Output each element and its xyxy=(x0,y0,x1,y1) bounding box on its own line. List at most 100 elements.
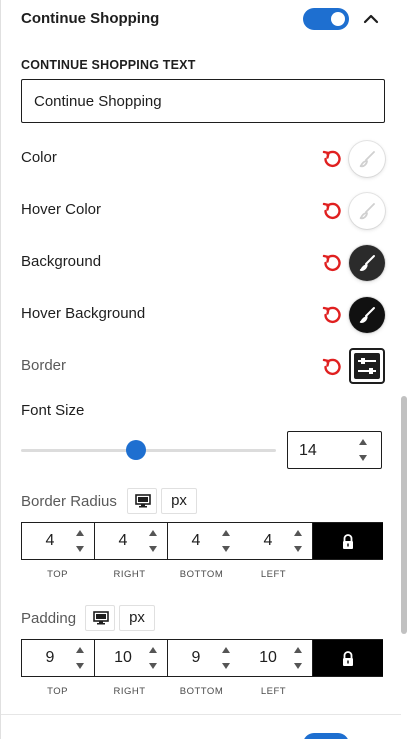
decrement-arrow-icon[interactable] xyxy=(149,663,157,669)
brush-icon xyxy=(359,307,375,323)
decrement-arrow-icon[interactable] xyxy=(222,663,230,669)
reset-icon[interactable] xyxy=(321,356,343,378)
padding-link-button[interactable] xyxy=(313,640,383,676)
lock-icon xyxy=(343,651,353,666)
spinner[interactable] xyxy=(76,645,88,671)
color-row: Color xyxy=(21,139,387,179)
brush-icon xyxy=(359,151,375,168)
continue-shopping-text-input[interactable] xyxy=(21,79,385,123)
hover-background-label: Hover Background xyxy=(21,305,146,322)
decrement-arrow-icon[interactable] xyxy=(294,546,302,552)
sliders-icon xyxy=(354,353,380,379)
hover-color-swatch[interactable] xyxy=(349,193,385,229)
scrollbar-thumb[interactable] xyxy=(401,396,407,634)
background-swatch[interactable] xyxy=(349,245,385,281)
border-radius-top-value: 4 xyxy=(45,532,55,549)
caption-left: LEFT xyxy=(260,686,287,697)
increment-arrow-icon[interactable] xyxy=(149,647,157,653)
decrement-arrow-icon[interactable] xyxy=(76,546,84,552)
caption-top: TOP xyxy=(47,686,68,697)
padding-right-input[interactable]: 10 xyxy=(95,640,168,676)
section-title: Continue Shopping xyxy=(21,10,160,27)
border-row: Border xyxy=(21,347,387,387)
font-size-spinner[interactable] xyxy=(359,437,371,463)
decrement-arrow-icon[interactable] xyxy=(76,663,84,669)
font-size-slider-thumb[interactable] xyxy=(125,440,146,460)
increment-arrow-icon[interactable] xyxy=(76,530,84,536)
hover-color-row: Hover Color xyxy=(21,191,387,231)
section-enable-toggle[interactable] xyxy=(303,8,349,30)
brush-icon xyxy=(359,203,375,220)
font-size-value: 14 xyxy=(299,442,317,459)
padding-bottom-input[interactable]: 9 xyxy=(168,640,241,676)
section-divider xyxy=(1,714,401,715)
increment-arrow-icon[interactable] xyxy=(222,530,230,536)
section-header[interactable]: Continue Shopping xyxy=(1,0,407,40)
border-radius-left-value: 4 xyxy=(263,532,273,549)
reset-icon[interactable] xyxy=(321,252,343,274)
spinner[interactable] xyxy=(222,645,234,671)
font-size-slider-track[interactable] xyxy=(21,449,276,452)
border-label: Border xyxy=(21,357,67,374)
background-label: Background xyxy=(21,253,102,270)
spinner[interactable] xyxy=(149,645,161,671)
spinner[interactable] xyxy=(76,528,88,554)
spinner[interactable] xyxy=(294,528,306,554)
increment-arrow-icon[interactable] xyxy=(359,439,367,445)
hover-color-label: Hover Color xyxy=(21,201,102,218)
brush-icon xyxy=(359,255,375,271)
background-row: Background xyxy=(21,243,387,283)
caption-top: TOP xyxy=(47,569,68,580)
decrement-arrow-icon[interactable] xyxy=(359,455,367,461)
padding-left-input[interactable]: 10 xyxy=(240,640,313,676)
spinner[interactable] xyxy=(149,528,161,554)
increment-arrow-icon[interactable] xyxy=(222,647,230,653)
next-section-toggle[interactable] xyxy=(303,733,349,739)
padding-label: Padding xyxy=(21,610,77,627)
caption-right: RIGHT xyxy=(113,569,146,580)
hover-background-row: Hover Background xyxy=(21,295,387,335)
decrement-arrow-icon[interactable] xyxy=(294,663,302,669)
increment-arrow-icon[interactable] xyxy=(76,647,84,653)
desktop-icon xyxy=(93,611,109,625)
reset-icon[interactable] xyxy=(321,200,343,222)
increment-arrow-icon[interactable] xyxy=(149,530,157,536)
spinner[interactable] xyxy=(222,528,234,554)
increment-arrow-icon[interactable] xyxy=(294,530,302,536)
padding-top-input[interactable]: 9 xyxy=(22,640,95,676)
border-radius-top-input[interactable]: 4 xyxy=(22,523,95,559)
border-radius-right-input[interactable]: 4 xyxy=(95,523,168,559)
border-radius-inputs: 4 4 4 4 xyxy=(21,522,383,560)
caption-bottom: BOTTOM xyxy=(179,569,224,580)
color-swatch[interactable] xyxy=(349,141,385,177)
decrement-arrow-icon[interactable] xyxy=(149,546,157,552)
reset-icon[interactable] xyxy=(321,304,343,326)
desktop-device-button[interactable] xyxy=(127,488,157,514)
padding-unit-button[interactable]: px xyxy=(119,605,155,631)
border-radius-bottom-input[interactable]: 4 xyxy=(168,523,241,559)
padding-inputs: 9 10 9 10 xyxy=(21,639,383,677)
hover-background-swatch[interactable] xyxy=(349,297,385,333)
caption-bottom: BOTTOM xyxy=(179,686,224,697)
continue-shopping-text-label: CONTINUE SHOPPING TEXT xyxy=(21,58,196,72)
caption-right: RIGHT xyxy=(113,686,146,697)
caption-left: LEFT xyxy=(260,569,287,580)
desktop-device-button[interactable] xyxy=(85,605,115,631)
settings-panel: Continue Shopping CONTINUE SHOPPING TEXT… xyxy=(0,0,407,739)
reset-icon[interactable] xyxy=(321,148,343,170)
color-label: Color xyxy=(21,149,57,166)
padding-top-value: 9 xyxy=(45,649,55,666)
padding-bottom-value: 9 xyxy=(191,649,201,666)
border-radius-unit-button[interactable]: px xyxy=(161,488,197,514)
toggle-knob xyxy=(331,12,345,26)
increment-arrow-icon[interactable] xyxy=(294,647,302,653)
chevron-up-icon[interactable] xyxy=(360,8,382,30)
decrement-arrow-icon[interactable] xyxy=(222,546,230,552)
border-settings-button[interactable] xyxy=(349,348,385,384)
border-radius-link-button[interactable] xyxy=(313,523,383,559)
padding-left-value: 10 xyxy=(259,649,277,666)
spinner[interactable] xyxy=(294,645,306,671)
padding-right-value: 10 xyxy=(114,649,132,666)
border-radius-left-input[interactable]: 4 xyxy=(240,523,313,559)
font-size-input[interactable]: 14 xyxy=(287,431,382,469)
